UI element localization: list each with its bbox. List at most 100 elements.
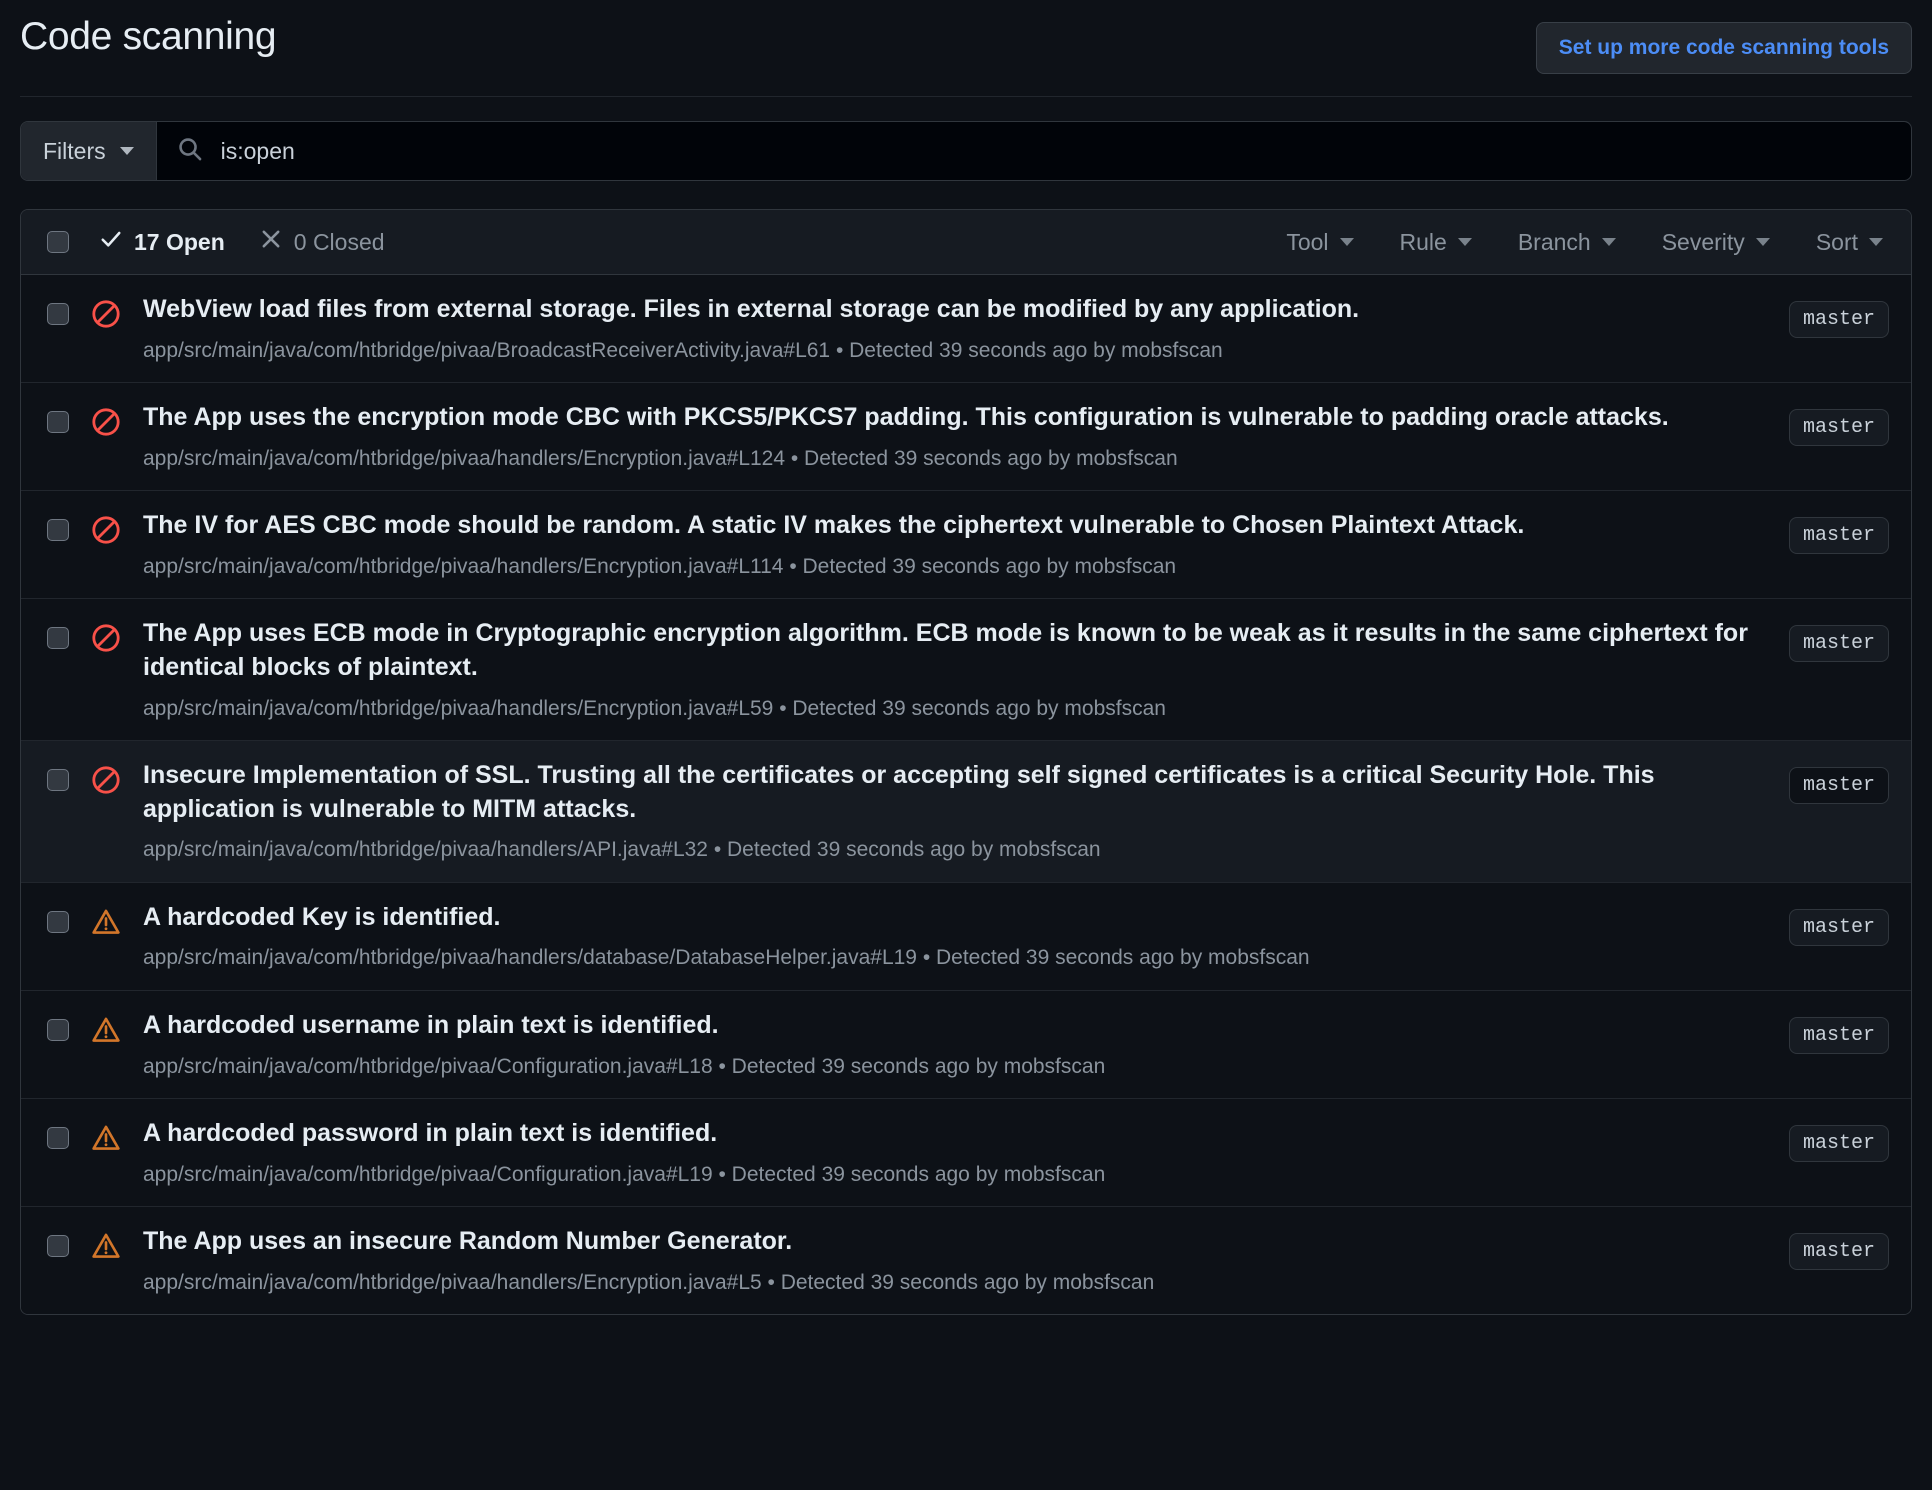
alert-row-4[interactable]: Insecure Implementation of SSL. Trusting…: [21, 740, 1911, 882]
alert-select-checkbox[interactable]: [47, 519, 69, 541]
branch-badge-label: master: [1789, 625, 1889, 662]
alert-select-checkbox[interactable]: [47, 911, 69, 933]
open-alerts-filter[interactable]: 17 Open: [99, 227, 225, 257]
alert-content: Insecure Implementation of SSL. Trusting…: [143, 759, 1789, 864]
filters-button[interactable]: Filters: [21, 122, 157, 180]
alert-row-7[interactable]: A hardcoded password in plain text is id…: [21, 1098, 1911, 1206]
chevron-down-icon: [120, 147, 134, 155]
alert-select-checkbox[interactable]: [47, 411, 69, 433]
alert-meta: app/src/main/java/com/htbridge/pivaa/han…: [143, 445, 1765, 472]
alert-branch: master: [1789, 301, 1889, 338]
alert-row-2[interactable]: The IV for AES CBC mode should be random…: [21, 490, 1911, 598]
branch-badge-label: master: [1789, 517, 1889, 554]
error-stop-icon: [91, 299, 121, 329]
branch-badge-label: master: [1789, 1125, 1889, 1162]
alert-branch: master: [1789, 1017, 1889, 1054]
search-icon: [177, 136, 203, 167]
alert-meta: app/src/main/java/com/htbridge/pivaa/han…: [143, 836, 1765, 863]
alert-content: WebView load files from external storage…: [143, 293, 1789, 364]
alert-branch: master: [1789, 517, 1889, 554]
alert-title[interactable]: Insecure Implementation of SSL. Trusting…: [143, 759, 1765, 827]
select-all-checkbox[interactable]: [47, 231, 69, 253]
alerts-container: 17 Open 0 Closed Tool: [20, 209, 1912, 1315]
alert-meta: app/src/main/java/com/htbridge/pivaa/Con…: [143, 1161, 1765, 1188]
alert-select-checkbox[interactable]: [47, 1019, 69, 1041]
setup-more-code-scanning-tools-button[interactable]: Set up more code scanning tools: [1536, 22, 1912, 74]
search-field[interactable]: [157, 122, 1911, 180]
alert-content: The App uses ECB mode in Cryptographic e…: [143, 617, 1789, 722]
alert-content: The IV for AES CBC mode should be random…: [143, 509, 1789, 580]
error-stop-icon: [91, 515, 121, 545]
severity-filter-dropdown[interactable]: Severity: [1656, 228, 1776, 257]
alerts-header-left: 17 Open 0 Closed: [47, 227, 385, 257]
search-input[interactable]: [219, 137, 1891, 166]
alert-row-8[interactable]: The App uses an insecure Random Number G…: [21, 1206, 1911, 1314]
branch-badge-label: master: [1789, 909, 1889, 946]
error-stop-icon: [91, 623, 121, 653]
chevron-down-icon: [1458, 238, 1472, 246]
error-stop-icon: [91, 765, 121, 795]
alert-select-checkbox[interactable]: [47, 1235, 69, 1257]
warning-triangle-icon: [91, 907, 121, 937]
header-divider: [20, 96, 1912, 97]
alert-select-checkbox[interactable]: [47, 1127, 69, 1149]
alert-title[interactable]: A hardcoded username in plain text is id…: [143, 1009, 1765, 1043]
sort-dropdown[interactable]: Sort: [1810, 228, 1889, 257]
alert-branch: master: [1789, 409, 1889, 446]
alert-meta: app/src/main/java/com/htbridge/pivaa/han…: [143, 553, 1765, 580]
alert-content: A hardcoded username in plain text is id…: [143, 1009, 1789, 1080]
alert-select-checkbox[interactable]: [47, 627, 69, 649]
alert-row-5[interactable]: A hardcoded Key is identified. app/src/m…: [21, 882, 1911, 990]
alert-select-checkbox[interactable]: [47, 303, 69, 325]
warning-triangle-icon: [91, 1015, 121, 1045]
alert-meta: app/src/main/java/com/htbridge/pivaa/han…: [143, 1269, 1765, 1296]
alert-row-1[interactable]: The App uses the encryption mode CBC wit…: [21, 382, 1911, 490]
alert-branch: master: [1789, 909, 1889, 946]
branch-badge-label: master: [1789, 1017, 1889, 1054]
branch-badge-label: master: [1789, 301, 1889, 338]
alert-meta: app/src/main/java/com/htbridge/pivaa/Con…: [143, 1053, 1765, 1080]
chevron-down-icon: [1756, 238, 1770, 246]
alert-title[interactable]: A hardcoded Key is identified.: [143, 901, 1765, 935]
close-x-icon: [259, 227, 283, 257]
alert-row-3[interactable]: The App uses ECB mode in Cryptographic e…: [21, 598, 1911, 740]
alert-content: The App uses an insecure Random Number G…: [143, 1225, 1789, 1296]
branch-filter-label: Branch: [1518, 229, 1591, 256]
alerts-header-filters: Tool Rule Branch Severity Sort: [1280, 228, 1889, 257]
chevron-down-icon: [1602, 238, 1616, 246]
alert-title[interactable]: A hardcoded password in plain text is id…: [143, 1117, 1765, 1151]
branch-badge-label: master: [1789, 1233, 1889, 1270]
check-icon: [99, 227, 123, 257]
alert-title[interactable]: The App uses the encryption mode CBC wit…: [143, 401, 1765, 435]
error-stop-icon: [91, 407, 121, 437]
warning-triangle-icon: [91, 1231, 121, 1261]
tool-filter-label: Tool: [1286, 229, 1328, 256]
rule-filter-dropdown[interactable]: Rule: [1394, 228, 1478, 257]
alert-title[interactable]: WebView load files from external storage…: [143, 293, 1765, 327]
alert-branch: master: [1789, 625, 1889, 662]
alert-title[interactable]: The App uses an insecure Random Number G…: [143, 1225, 1765, 1259]
alert-row-6[interactable]: A hardcoded username in plain text is id…: [21, 990, 1911, 1098]
alert-select-checkbox[interactable]: [47, 769, 69, 791]
tool-filter-dropdown[interactable]: Tool: [1280, 228, 1359, 257]
open-count-label: 17 Open: [134, 229, 225, 256]
alert-branch: master: [1789, 1233, 1889, 1270]
alert-content: A hardcoded Key is identified. app/src/m…: [143, 901, 1789, 972]
alert-meta: app/src/main/java/com/htbridge/pivaa/han…: [143, 944, 1765, 971]
sort-label: Sort: [1816, 229, 1858, 256]
alerts-list: WebView load files from external storage…: [21, 275, 1911, 1314]
page-title: Code scanning: [20, 14, 276, 61]
alert-row-0[interactable]: WebView load files from external storage…: [21, 275, 1911, 382]
closed-alerts-filter[interactable]: 0 Closed: [259, 227, 385, 257]
branch-filter-dropdown[interactable]: Branch: [1512, 228, 1622, 257]
chevron-down-icon: [1340, 238, 1354, 246]
alert-content: A hardcoded password in plain text is id…: [143, 1117, 1789, 1188]
alert-title[interactable]: The IV for AES CBC mode should be random…: [143, 509, 1765, 543]
alert-content: The App uses the encryption mode CBC wit…: [143, 401, 1789, 472]
page-header: Code scanning Set up more code scanning …: [0, 0, 1932, 74]
code-scanning-page: Code scanning Set up more code scanning …: [0, 0, 1932, 1490]
alert-meta: app/src/main/java/com/htbridge/pivaa/Bro…: [143, 337, 1765, 364]
chevron-down-icon: [1869, 238, 1883, 246]
alert-title[interactable]: The App uses ECB mode in Cryptographic e…: [143, 617, 1765, 685]
alert-branch: master: [1789, 1125, 1889, 1162]
